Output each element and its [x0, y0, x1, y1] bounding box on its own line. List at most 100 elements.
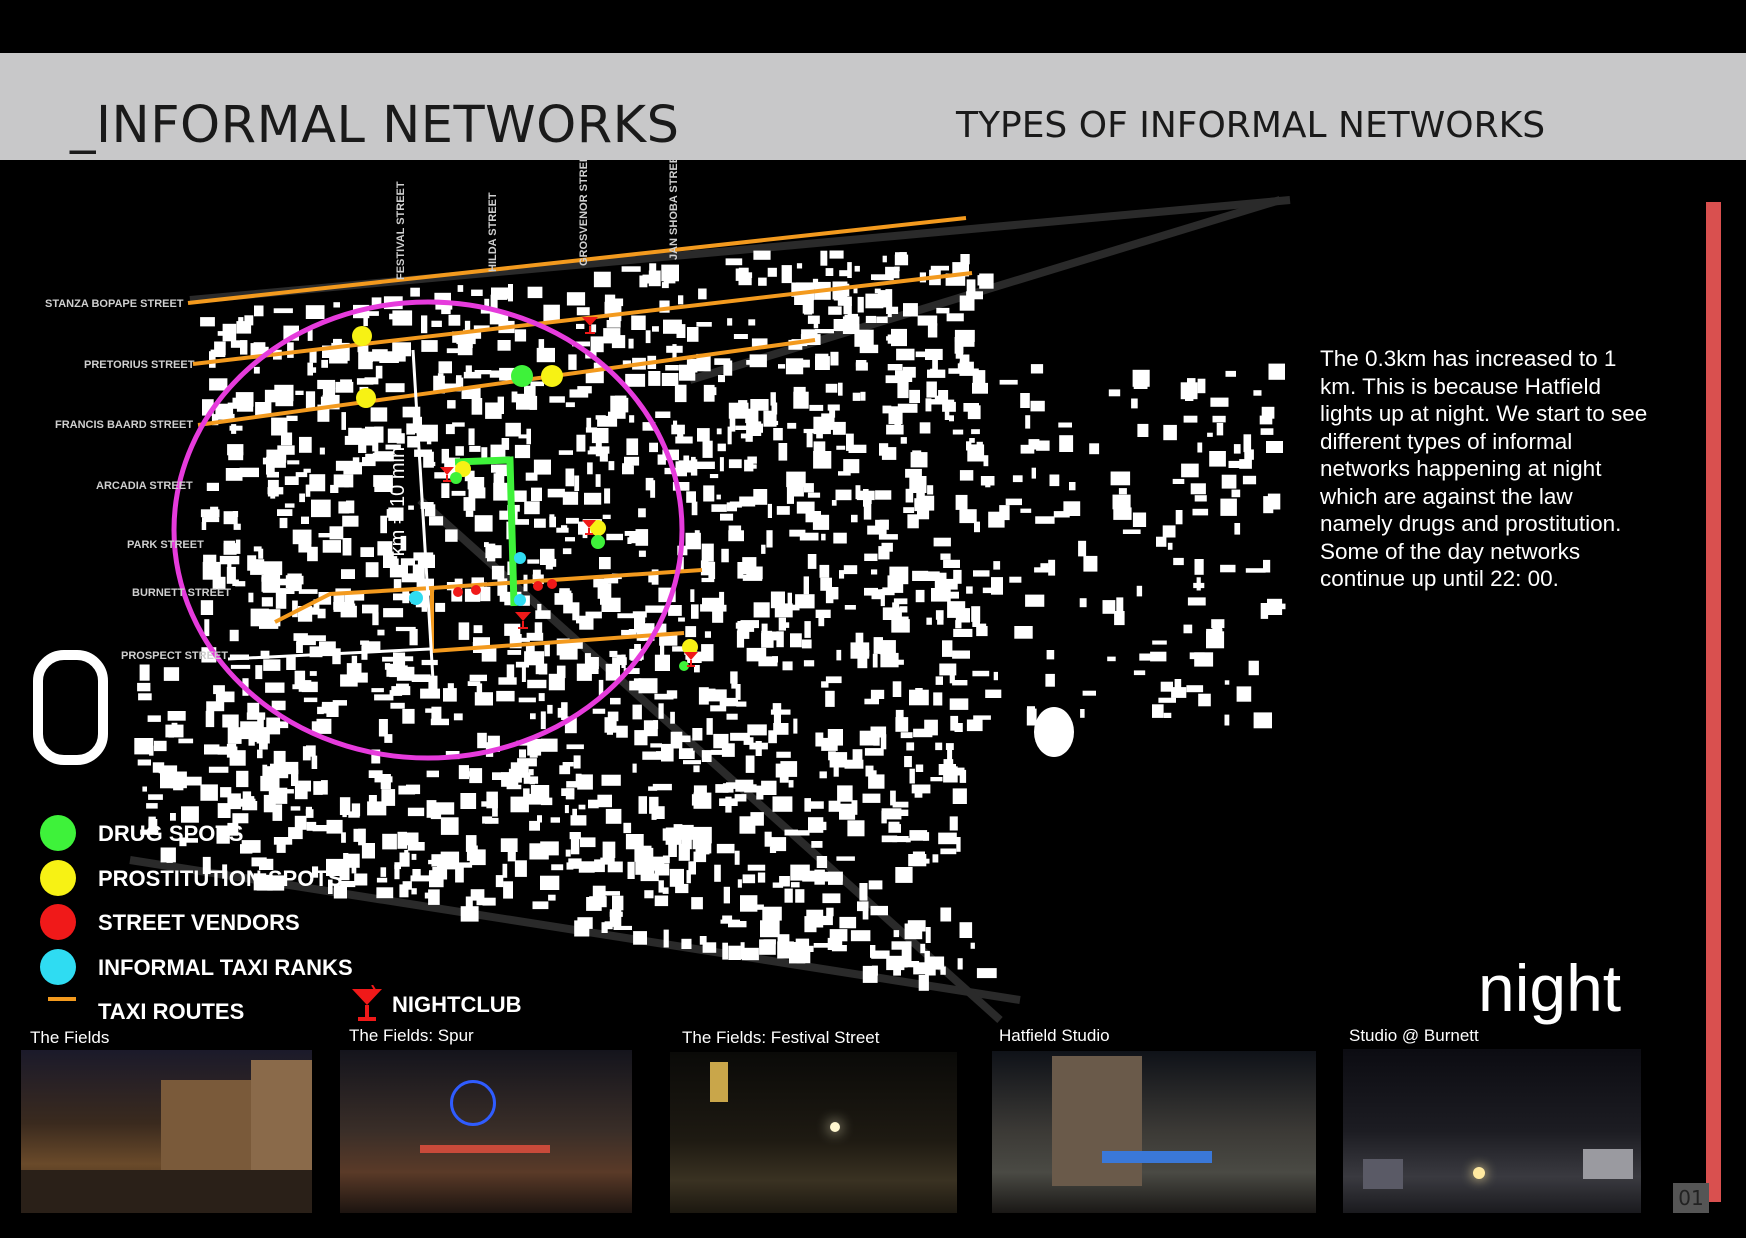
building-block [411, 853, 417, 860]
building-block [725, 258, 743, 266]
building-block [305, 305, 325, 319]
building-block [227, 468, 238, 474]
building-block [166, 850, 173, 863]
building-block [1211, 619, 1225, 629]
building-block [1025, 594, 1045, 607]
building-block [1020, 444, 1035, 454]
building-block [374, 775, 381, 783]
building-block [860, 650, 870, 657]
building-block [410, 287, 420, 297]
building-block [796, 263, 803, 269]
building-block [895, 709, 904, 720]
building-block [1259, 415, 1273, 425]
building-block [273, 308, 293, 314]
building-block [855, 362, 868, 371]
building-block [693, 792, 712, 809]
building-block [1108, 389, 1121, 397]
building-block [309, 351, 317, 363]
building-block [722, 942, 728, 960]
building-block [748, 464, 757, 469]
building-block [879, 519, 889, 530]
ground-shape [21, 1170, 312, 1213]
building-block [1210, 397, 1229, 407]
building-block [709, 474, 719, 479]
building-block [870, 689, 885, 699]
building-block [435, 602, 446, 612]
building-block [1116, 597, 1124, 612]
building-block [235, 399, 243, 405]
building-block [374, 694, 394, 701]
building-block [914, 788, 923, 798]
building-block [402, 881, 412, 890]
building-block [909, 389, 920, 403]
building-block [893, 966, 901, 976]
building-block [1152, 704, 1164, 718]
building-block [322, 540, 341, 553]
building-block [570, 837, 580, 855]
building-block [1220, 564, 1236, 573]
building-block [255, 665, 263, 680]
building-block [839, 270, 852, 277]
building-block [402, 708, 415, 724]
building-block [734, 850, 740, 865]
building-block [621, 266, 641, 272]
building-block [688, 861, 696, 875]
building-block [529, 750, 538, 758]
building-block [1058, 422, 1072, 428]
building-block [924, 719, 938, 736]
building-block [372, 410, 384, 419]
building-block [642, 274, 653, 284]
building-block [658, 703, 664, 719]
building-block [728, 459, 742, 469]
building-block [726, 713, 738, 720]
building-block [788, 780, 794, 788]
building-block [527, 559, 540, 564]
building-block [696, 322, 712, 327]
building-block [708, 561, 716, 579]
building-block [940, 580, 947, 597]
building-block [168, 726, 174, 738]
building-block [551, 864, 564, 871]
building-block [340, 379, 352, 393]
building-block [503, 881, 513, 899]
prostitution-spot-swatch [40, 860, 76, 896]
building-block [221, 413, 235, 419]
building-block [772, 703, 782, 710]
building-block [1152, 640, 1167, 645]
building-block [230, 664, 251, 669]
building-block [384, 797, 391, 805]
building-block [650, 743, 662, 748]
building-block [1183, 624, 1193, 634]
headlight-shape [1473, 1167, 1485, 1179]
street-label-prospect: PROSPECT STREET [121, 650, 228, 662]
building-block [776, 751, 791, 758]
building-block [365, 562, 379, 578]
building-block [346, 663, 362, 678]
building-block [1196, 577, 1201, 591]
building-block [773, 428, 783, 441]
building-block [683, 760, 701, 765]
building-block [898, 809, 909, 816]
building-block [950, 715, 959, 731]
building-block [446, 348, 466, 354]
building-block [972, 382, 988, 394]
building-block [382, 656, 397, 662]
building-block [935, 676, 943, 685]
building-block [307, 546, 318, 562]
building-block [811, 872, 822, 879]
building-block [536, 347, 555, 363]
building-block [871, 589, 885, 600]
building-block [758, 277, 767, 286]
building-block [559, 765, 571, 775]
building-block [988, 511, 1005, 528]
building-block [226, 566, 236, 584]
building-block [971, 429, 980, 435]
building-block [758, 656, 778, 667]
building-block [813, 321, 819, 329]
building-block [469, 674, 487, 682]
building-block [742, 557, 757, 575]
building-block [470, 889, 485, 901]
building-block [1167, 542, 1173, 550]
building-block [1268, 363, 1285, 380]
building-block [448, 314, 461, 326]
